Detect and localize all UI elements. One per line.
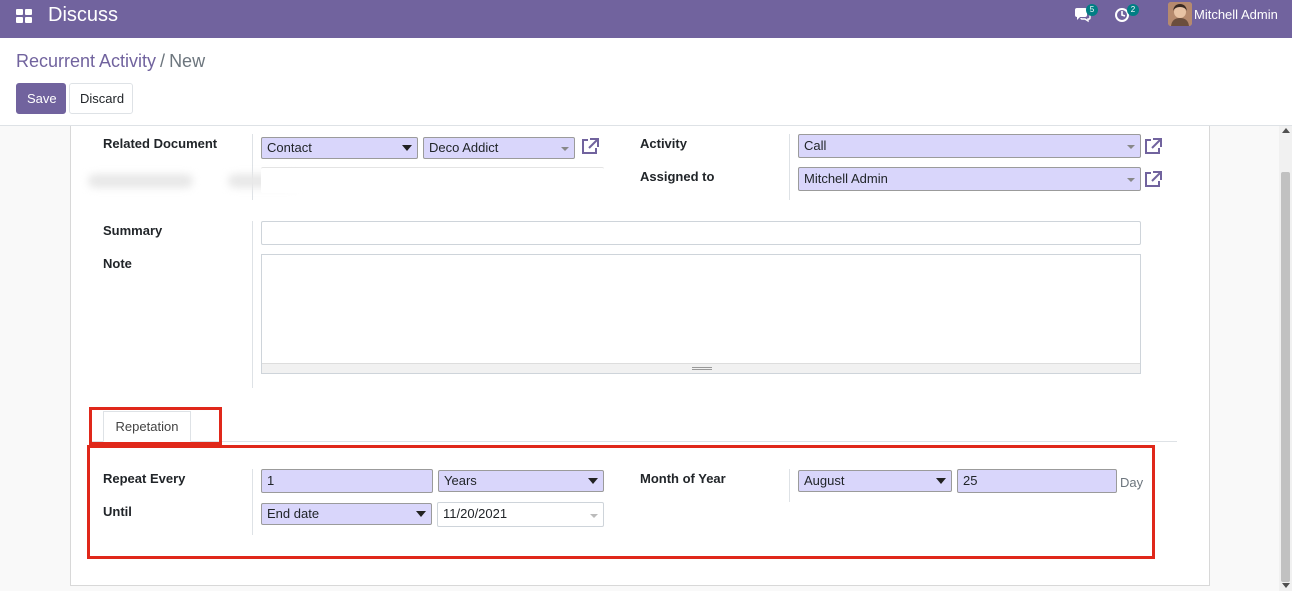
repetition-highlight-box [87,445,1155,559]
related-record-value: Deco Addict [429,140,499,155]
divider [252,134,253,200]
activities-badge: 2 [1127,4,1139,16]
activity-label: Activity [640,136,687,151]
assigned-to-value: Mitchell Admin [804,171,888,186]
note-label: Note [103,256,132,271]
summary-label: Summary [103,223,163,238]
activity-menu[interactable]: 2 [1114,4,1139,25]
activity-type-field[interactable]: Call [798,134,1141,158]
resize-handle[interactable] [262,363,1140,373]
hidden-field-input[interactable] [261,167,604,193]
chevron-down-icon [402,145,412,151]
apps-menu-icon[interactable] [16,9,32,23]
blurred-field-label [88,174,193,188]
top-navbar: Discuss 5 2 Mitchell Admin [0,0,1292,38]
scroll-thumb[interactable] [1281,172,1290,582]
dropdown-caret-icon [561,147,569,151]
app-name[interactable]: Discuss [48,4,118,27]
tab-highlight-box [89,407,222,445]
scroll-down-arrow-icon[interactable] [1282,583,1290,588]
activity-type-value: Call [804,138,827,153]
save-button[interactable]: Save [16,83,66,114]
summary-input[interactable] [261,221,1141,245]
scroll-up-arrow-icon[interactable] [1282,128,1290,133]
breadcrumb-separator: / [160,51,166,71]
assigned-to-field[interactable]: Mitchell Admin [798,167,1141,191]
divider [789,134,790,200]
scrollbar[interactable] [1279,126,1292,591]
breadcrumb-current: New [169,51,206,71]
related-document-label: Related Document [103,136,218,151]
dropdown-caret-icon [1127,145,1135,149]
tabs-divider [90,441,1177,442]
external-link-icon[interactable] [1143,170,1163,188]
messages-badge: 5 [1086,4,1098,16]
external-link-icon[interactable] [580,137,600,155]
note-textarea[interactable] [261,254,1141,374]
breadcrumb: Recurrent Activity / New [16,51,205,72]
messaging-menu[interactable]: 5 [1073,4,1098,25]
breadcrumb-parent[interactable]: Recurrent Activity [16,51,156,71]
related-model-value: Contact [267,140,312,155]
assigned-to-label: Assigned to [640,169,715,184]
user-avatar[interactable] [1168,2,1192,26]
divider [252,221,253,388]
related-record-field[interactable]: Deco Addict [423,137,575,159]
external-link-icon[interactable] [1143,137,1163,155]
related-model-select[interactable]: Contact [261,137,418,159]
user-menu-name[interactable]: Mitchell Admin [1194,7,1278,22]
control-panel: Recurrent Activity / New Save Discard [0,38,1292,126]
dropdown-caret-icon [1127,178,1135,182]
discard-button[interactable]: Discard [69,83,133,114]
